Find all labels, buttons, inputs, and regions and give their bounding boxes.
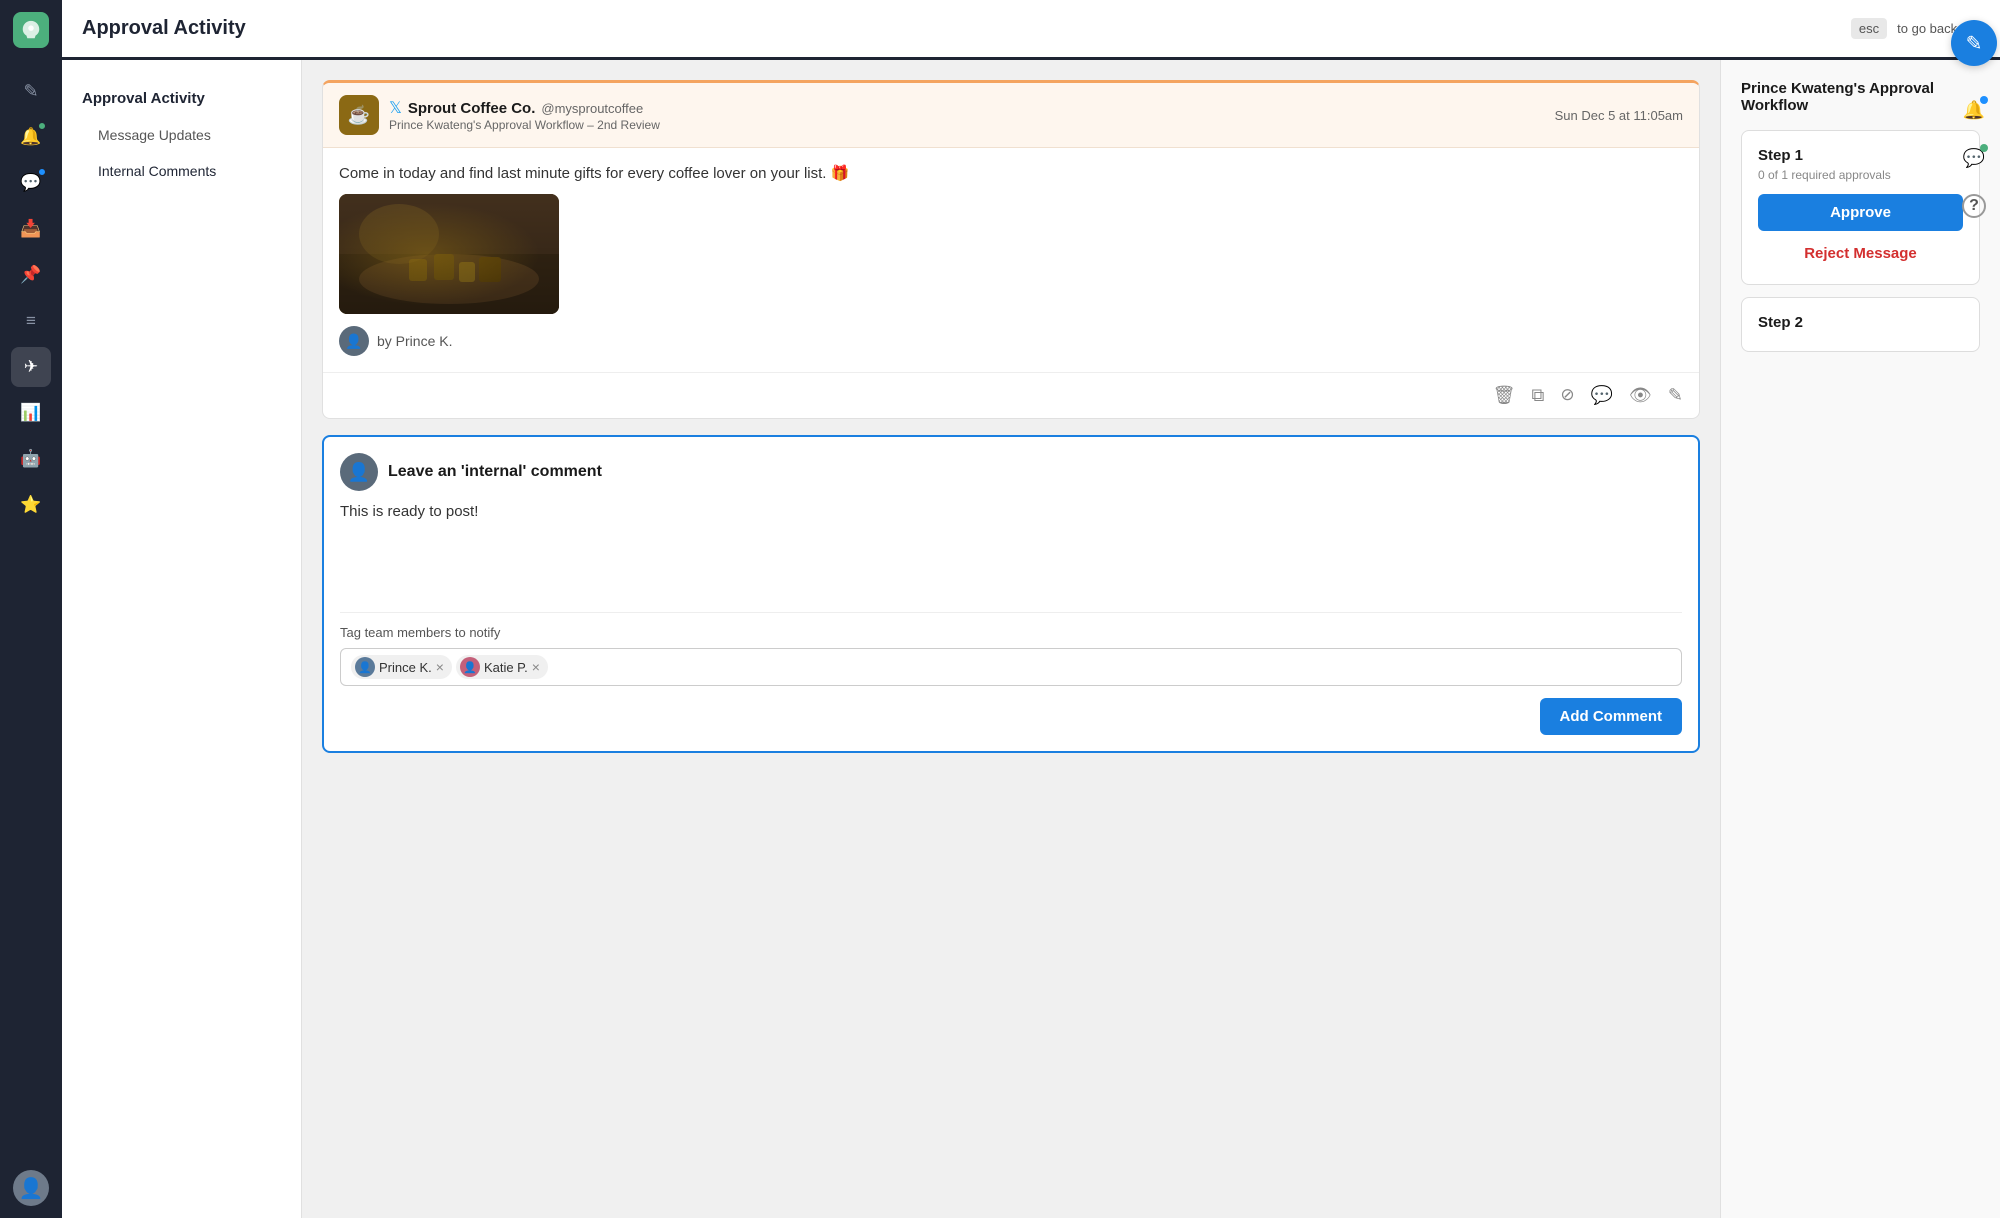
nav-message-updates[interactable]: Message Updates <box>62 117 301 153</box>
edit-post-icon[interactable]: ✎ <box>1668 385 1683 406</box>
comment-post-icon[interactable]: 💬 <box>1591 385 1613 406</box>
compose-icon[interactable]: ✎ <box>11 71 51 111</box>
star-icon[interactable]: ⭐ <box>11 485 51 525</box>
top-header: Approval Activity esc to go back × <box>62 0 2000 60</box>
post-card-header-left: ☕ 𝕏 Sprout Coffee Co. @mysproutcoffee Pr… <box>339 95 660 135</box>
inbox-icon[interactable]: 📥 <box>11 209 51 249</box>
step1-subtitle: 0 of 1 required approvals <box>1758 168 1963 182</box>
tag-section: Tag team members to notify 👤 Prince K. ×… <box>340 625 1682 686</box>
katie-chip-avatar: 👤 <box>460 657 480 677</box>
analytics-icon[interactable]: 📊 <box>11 393 51 433</box>
account-avatar: ☕ <box>339 95 379 135</box>
account-name: Sprout Coffee Co. <box>408 100 536 117</box>
step2-card: Step 2 <box>1741 297 1980 352</box>
katie-chip-label: Katie P. <box>484 660 528 675</box>
tag-input-row[interactable]: 👤 Prince K. × 👤 Katie P. × <box>340 648 1682 686</box>
chat-badge <box>1980 144 1988 152</box>
center-content: ☕ 𝕏 Sprout Coffee Co. @mysproutcoffee Pr… <box>302 60 1720 1218</box>
comment-title: Leave an 'internal' comment <box>388 463 602 481</box>
main-wrapper: Approval Activity esc to go back × Appro… <box>62 0 2000 1218</box>
user-avatar[interactable]: 👤 <box>13 1170 49 1206</box>
twitter-icon: 𝕏 <box>389 98 402 118</box>
prince-chip-remove[interactable]: × <box>436 660 444 674</box>
post-author: 👤 by Prince K. <box>339 326 1683 356</box>
messages-icon[interactable]: 💬 <box>11 163 51 203</box>
chat-right-icon[interactable]: 💬 <box>1954 138 1994 178</box>
post-card-body: Come in today and find last minute gifts… <box>323 148 1699 372</box>
comment-textarea[interactable]: This is ready to post! <box>340 503 1682 583</box>
nav-approval-activity[interactable]: Approval Activity <box>62 80 301 117</box>
messages-badge <box>37 167 47 177</box>
post-timestamp: Sun Dec 5 at 11:05am <box>1555 108 1683 123</box>
tag-chip-prince: 👤 Prince K. × <box>351 655 452 679</box>
right-sidebar: ✎ 🔔 💬 ? <box>1948 0 2000 1218</box>
sidebar: ✎ 🔔 💬 📥 📌 ≡ ✈ 📊 🤖 ⭐ 👤 <box>0 0 62 1218</box>
left-nav: Approval Activity Message Updates Intern… <box>62 60 302 1218</box>
help-right-icon[interactable]: ? <box>1954 186 1994 226</box>
prince-chip-avatar: 👤 <box>355 657 375 677</box>
nav-internal-comments[interactable]: Internal Comments <box>62 153 301 189</box>
compose-fab-button[interactable]: ✎ <box>1951 20 1997 66</box>
approve-button[interactable]: Approve <box>1758 194 1963 231</box>
comment-user-avatar: 👤 <box>340 453 378 491</box>
notifications-icon[interactable]: 🔔 <box>11 117 51 157</box>
workflow-name: Prince Kwateng's Approval Workflow – 2nd… <box>389 118 660 132</box>
bot-icon[interactable]: 🤖 <box>11 439 51 479</box>
bell-right-icon[interactable]: 🔔 <box>1954 90 1994 130</box>
tag-label: Tag team members to notify <box>340 625 1682 640</box>
comment-header: 👤 Leave an 'internal' comment <box>340 453 1682 491</box>
copy-icon[interactable]: ⧉ <box>1532 385 1545 406</box>
preview-icon[interactable]: 👁 <box>1629 385 1652 406</box>
block-icon[interactable]: ⊘ <box>1560 385 1574 406</box>
katie-chip-remove[interactable]: × <box>532 660 540 674</box>
step2-title: Step 2 <box>1758 314 1963 331</box>
step1-title: Step 1 <box>1758 147 1963 164</box>
post-card-actions: 🗑 ⧉ ⊘ 💬 👁 ✎ <box>323 372 1699 418</box>
page-title: Approval Activity <box>82 17 246 40</box>
comment-card: 👤 Leave an 'internal' comment This is re… <box>322 435 1700 753</box>
account-info: 𝕏 Sprout Coffee Co. @mysproutcoffee Prin… <box>389 98 660 132</box>
post-image <box>339 194 559 314</box>
post-card-header: ☕ 𝕏 Sprout Coffee Co. @mysproutcoffee Pr… <box>323 83 1699 148</box>
bell-badge <box>1980 96 1988 104</box>
author-avatar: 👤 <box>339 326 369 356</box>
content-area: Approval Activity Message Updates Intern… <box>62 60 2000 1218</box>
comment-footer: Add Comment <box>340 698 1682 735</box>
comment-divider <box>340 612 1682 613</box>
lists-icon[interactable]: ≡ <box>11 301 51 341</box>
post-card: ☕ 𝕏 Sprout Coffee Co. @mysproutcoffee Pr… <box>322 80 1700 419</box>
notifications-badge <box>37 121 47 131</box>
pin-icon[interactable]: 📌 <box>11 255 51 295</box>
add-comment-button[interactable]: Add Comment <box>1540 698 1683 735</box>
delete-icon[interactable]: 🗑 <box>1493 385 1516 406</box>
publishing-icon[interactable]: ✈ <box>11 347 51 387</box>
app-logo[interactable] <box>13 12 49 48</box>
prince-chip-label: Prince K. <box>379 660 432 675</box>
step1-card: Step 1 0 of 1 required approvals Approve… <box>1741 130 1980 285</box>
esc-badge: esc <box>1851 18 1887 39</box>
author-label: by Prince K. <box>377 333 452 349</box>
tag-chip-katie: 👤 Katie P. × <box>456 655 548 679</box>
reject-button[interactable]: Reject Message <box>1758 239 1963 268</box>
workflow-panel-title: Prince Kwateng's Approval Workflow <box>1741 80 1980 114</box>
account-handle: @mysproutcoffee <box>541 101 643 116</box>
post-text: Come in today and find last minute gifts… <box>339 164 1683 182</box>
